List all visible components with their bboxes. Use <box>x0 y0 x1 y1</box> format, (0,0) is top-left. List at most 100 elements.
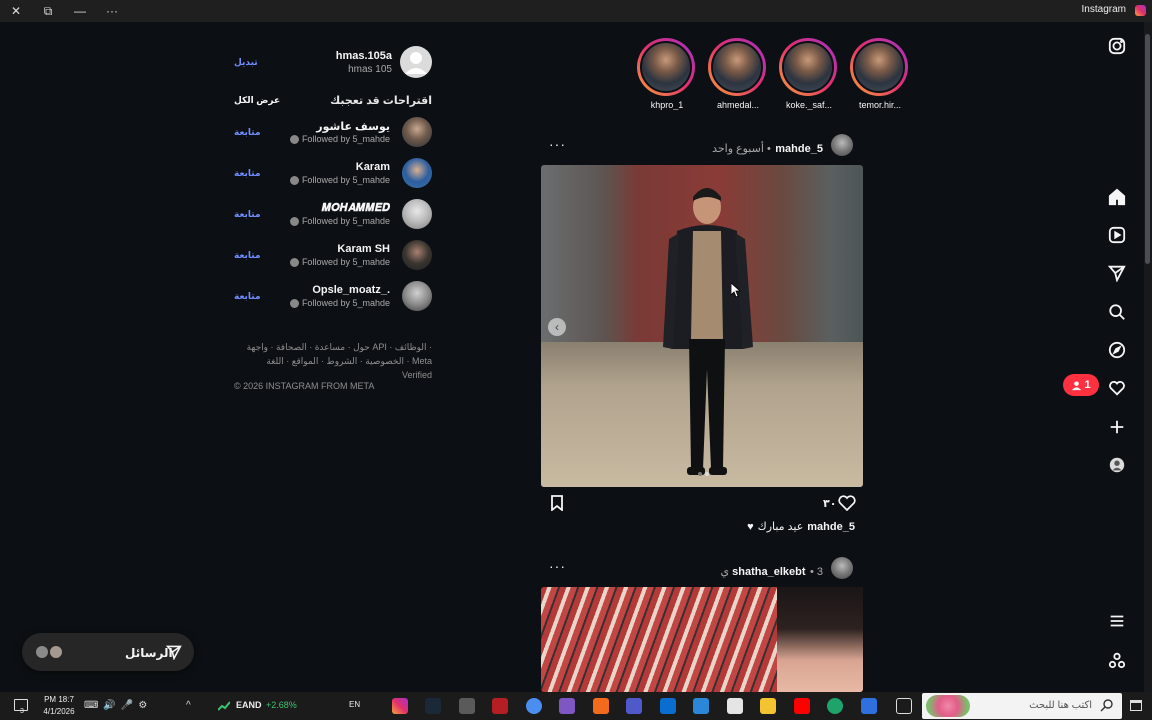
notifications-icon[interactable] <box>1107 378 1127 398</box>
story-item[interactable]: khpro_1 <box>637 38 697 110</box>
heart-emoji-icon: ♥ <box>747 520 754 533</box>
suggestion-item: Opsle_moatz_. Followed by 5_mahde متابعة <box>234 281 432 311</box>
post-author-avatar[interactable] <box>831 557 853 579</box>
suggestion-name[interactable]: 𝑴𝑶𝑯𝑨𝑴𝑴𝑬𝑫 <box>322 202 391 215</box>
app-icon[interactable] <box>693 698 709 714</box>
follow-button[interactable]: متابعة <box>234 209 261 220</box>
app-icon[interactable] <box>559 698 575 714</box>
taskbar-search[interactable]: اكتب هنا للبحث <box>922 693 1122 719</box>
system-tray-icons[interactable]: ⌨🔊🎤⚙ <box>84 700 152 711</box>
profile-icon[interactable] <box>1107 455 1127 475</box>
explore-icon[interactable] <box>1107 340 1127 360</box>
story-avatar <box>640 41 692 93</box>
profile-avatar[interactable] <box>400 46 432 78</box>
steam-app-icon[interactable] <box>425 698 441 714</box>
create-icon[interactable] <box>1107 417 1127 437</box>
stock-chart-icon <box>217 701 231 711</box>
like-count[interactable]: ٣٠ <box>823 497 836 510</box>
minimize-icon[interactable]: — <box>64 0 96 22</box>
language-indicator[interactable]: EN <box>349 700 360 709</box>
suggestion-avatar[interactable] <box>402 158 432 188</box>
instagram-icon[interactable] <box>1107 36 1127 56</box>
footer-links-line2[interactable]: الخصوصية · الشروط · المواقع · اللغة · Me… <box>234 354 432 382</box>
post-header: ··· 5_mahde • أسبوع واحد <box>541 134 863 158</box>
suggestion-sub: Followed by 5_mahde <box>289 216 390 226</box>
like-icon[interactable] <box>838 495 856 512</box>
outlook-app-icon[interactable] <box>660 698 676 714</box>
story-item[interactable]: ahmedal... <box>708 38 768 110</box>
title-bar: ✕ ⧉ — ··· Instagram <box>0 0 1152 22</box>
scrollbar[interactable] <box>1144 22 1152 692</box>
clock-time[interactable]: PM 18:7 <box>42 695 76 704</box>
close-icon[interactable]: ✕ <box>0 0 32 22</box>
stock-change: +2.68% <box>266 700 297 710</box>
story-name: khpro_1 <box>650 100 684 110</box>
switch-account-link[interactable]: تبديل <box>234 57 258 68</box>
story-item[interactable]: koke._saf... <box>779 38 839 110</box>
tray-expand-icon[interactable]: ^ <box>186 700 191 711</box>
reels-icon[interactable] <box>1107 225 1127 245</box>
suggestion-item: Karam Followed by 5_mahde متابعة <box>234 158 432 188</box>
post-username[interactable]: 5_mahde <box>775 143 823 155</box>
more-icon[interactable]: ··· <box>96 0 128 22</box>
post-options-icon[interactable]: ··· <box>549 136 566 152</box>
scrollbar-thumb[interactable] <box>1145 34 1150 264</box>
teams-app-icon[interactable] <box>626 698 642 714</box>
menu-icon[interactable] <box>1107 611 1127 631</box>
suggestion-avatar[interactable] <box>402 240 432 270</box>
post-options-icon[interactable]: ··· <box>549 558 566 574</box>
stock-name[interactable]: EAND <box>236 700 262 710</box>
app-icon[interactable] <box>492 698 508 714</box>
post-meta: 5_mahde • أسبوع واحد <box>712 143 823 155</box>
suggestion-item: 𝑴𝑶𝑯𝑨𝑴𝑴𝑬𝑫 Followed by 5_mahde متابعة <box>234 199 432 229</box>
post-author-avatar[interactable] <box>831 134 853 156</box>
edge-app-icon[interactable] <box>827 698 843 714</box>
footer-links-line1[interactable]: حول · مساعدة · الصحافة · واجهة API · الو… <box>234 340 432 354</box>
restore-icon[interactable]: ⧉ <box>32 0 64 22</box>
bookmark-icon[interactable] <box>549 495 565 512</box>
post-username[interactable]: shatha_elkebt <box>732 566 805 578</box>
notification-badge[interactable]: 1 <box>1063 374 1099 396</box>
suggestion-avatar[interactable] <box>402 281 432 311</box>
carousel-dot <box>698 472 702 476</box>
also-from-meta-icon[interactable] <box>1107 650 1127 670</box>
youtube-app-icon[interactable] <box>794 698 810 714</box>
caption-username[interactable]: 5_mahde <box>807 521 855 533</box>
home-icon[interactable] <box>1107 187 1127 207</box>
post-image[interactable] <box>541 165 863 487</box>
clock-date[interactable]: 4/1/2026 <box>42 707 76 716</box>
app-icon[interactable] <box>861 698 877 714</box>
story-avatar <box>711 41 763 93</box>
file-explorer-icon[interactable] <box>760 698 776 714</box>
follow-button[interactable]: متابعة <box>234 291 261 302</box>
task-view-icon[interactable] <box>896 698 912 714</box>
profile-username[interactable]: hmas.105a <box>336 50 392 62</box>
suggestion-name[interactable]: يوسف عاشور <box>316 120 390 133</box>
search-highlight-image <box>926 695 970 717</box>
chrome-app-icon[interactable] <box>526 698 542 714</box>
instagram-app-icon[interactable] <box>392 698 408 714</box>
follow-button[interactable]: متابعة <box>234 127 261 138</box>
suggestion-avatar[interactable] <box>402 199 432 229</box>
suggestion-name[interactable]: Karam <box>356 161 390 173</box>
post-image[interactable] <box>541 587 863 692</box>
see-all-link[interactable]: عرض الكل <box>234 95 280 106</box>
suggestion-name[interactable]: Karam SH <box>337 243 390 255</box>
search-icon[interactable] <box>1107 302 1127 322</box>
taskbar-notif-count: 3 <box>20 708 24 715</box>
show-desktop-icon[interactable] <box>1130 700 1142 711</box>
follow-button[interactable]: متابعة <box>234 250 261 261</box>
story-avatar <box>782 41 834 93</box>
suggestion-avatar[interactable] <box>402 117 432 147</box>
carousel-prev-button[interactable]: ‹ <box>548 318 566 336</box>
direct-message-icon[interactable] <box>1107 263 1127 283</box>
profile-fullname: hmas 105 <box>348 64 392 75</box>
suggestion-name[interactable]: Opsle_moatz_. <box>312 284 390 296</box>
settings-app-icon[interactable] <box>459 698 475 714</box>
messages-button[interactable]: الرسائل <box>22 633 194 671</box>
store-app-icon[interactable] <box>727 698 743 714</box>
follow-button[interactable]: متابعة <box>234 168 261 179</box>
search-placeholder: اكتب هنا للبحث <box>1029 700 1092 711</box>
app-icon[interactable] <box>593 698 609 714</box>
story-item[interactable]: temor.hir... <box>850 38 910 110</box>
